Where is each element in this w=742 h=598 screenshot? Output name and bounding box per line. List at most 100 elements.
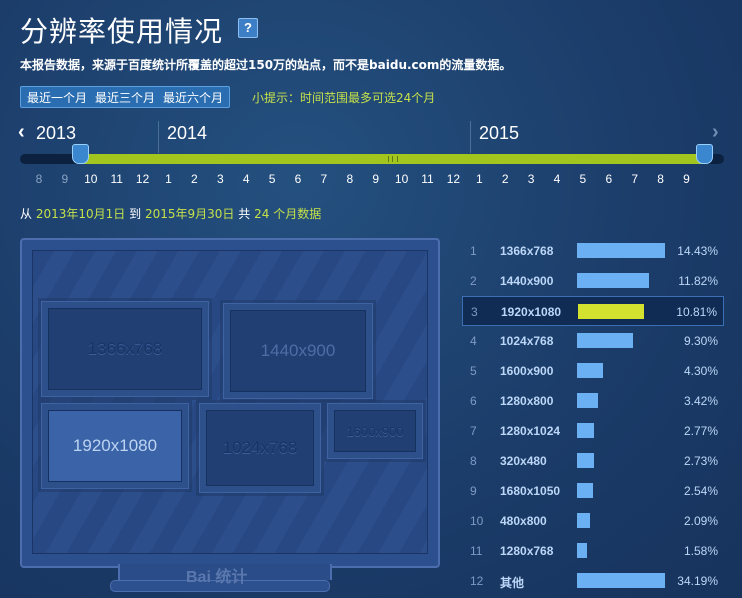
resolution-box-1366x768[interactable]: 1366x768 xyxy=(41,301,209,397)
month-tick[interactable]: 4 xyxy=(236,172,256,186)
month-tick[interactable]: 9 xyxy=(366,172,386,186)
ranking-row[interactable]: 9 1680x1050 2.54% xyxy=(462,476,724,506)
month-tick[interactable]: 1 xyxy=(469,172,489,186)
ranking-row[interactable]: 4 1024x768 9.30% xyxy=(462,326,724,356)
resolution-label: 1440x900 xyxy=(500,274,554,288)
share-percent: 2.09% xyxy=(683,514,718,528)
end-date: 2015年9月30日 xyxy=(144,207,235,221)
resolution-ranking-list: 1 1366x768 14.43% 2 1440x900 11.82% 3 1920x1080… xyxy=(462,236,724,596)
timeline-next-arrow-icon[interactable]: › xyxy=(712,121,719,144)
month-tick[interactable]: 8 xyxy=(29,172,49,186)
share-bar xyxy=(577,363,603,378)
month-tick[interactable]: 1 xyxy=(159,172,179,186)
range-grip-icon[interactable] xyxy=(388,156,398,162)
ranking-row[interactable]: 10 480x800 2.09% xyxy=(462,506,724,536)
year-divider xyxy=(470,121,471,153)
rank-number: 8 xyxy=(470,454,477,468)
rank-number: 6 xyxy=(470,394,477,408)
resolution-box-label: 1440x900 xyxy=(230,310,366,392)
month-tick[interactable]: 11 xyxy=(418,172,438,186)
month-tick[interactable]: 5 xyxy=(573,172,593,186)
resolution-box-label: 1920x1080 xyxy=(48,410,182,482)
ranking-row[interactable]: 8 320x480 2.73% xyxy=(462,446,724,476)
month-tick[interactable]: 8 xyxy=(340,172,360,186)
share-bar xyxy=(577,243,665,258)
last-three-months-button[interactable]: 最近三个月 xyxy=(95,89,155,106)
month-unit: 个月数据 xyxy=(273,207,322,221)
timeline-start-handle[interactable] xyxy=(72,144,89,164)
year-divider xyxy=(158,121,159,153)
ranking-row[interactable]: 6 1280x800 3.42% xyxy=(462,386,724,416)
month-tick[interactable]: 12 xyxy=(443,172,463,186)
resolution-box-1920x1080[interactable]: 1920x1080 xyxy=(41,403,189,489)
rank-number: 1 xyxy=(470,244,477,258)
report-description: 本报告数据，来源于百度统计所覆盖的超过150万的站点，而不是baidu.com的… xyxy=(20,58,512,72)
year-label-2013: 2013 xyxy=(36,123,77,143)
page-title: 分辨率使用情况 xyxy=(20,15,224,48)
help-icon[interactable]: ? xyxy=(238,18,258,38)
ranking-row[interactable]: 5 1600x900 4.30% xyxy=(462,356,724,386)
range-button-group: 最近一个月 最近三个月 最近六个月 xyxy=(20,86,231,108)
year-label-2015: 2015 xyxy=(479,123,520,143)
month-tick[interactable]: 2 xyxy=(184,172,204,186)
month-tick[interactable]: 9 xyxy=(677,172,697,186)
share-percent: 11.82% xyxy=(678,274,718,288)
month-tick[interactable]: 12 xyxy=(133,172,153,186)
month-tick[interactable]: 6 xyxy=(288,172,308,186)
ranking-row[interactable]: 3 1920x1080 10.81% xyxy=(462,296,724,326)
month-tick[interactable]: 3 xyxy=(210,172,230,186)
month-tick[interactable]: 10 xyxy=(81,172,101,186)
rank-number: 10 xyxy=(470,514,484,528)
timeline-prev-arrow-icon[interactable]: ‹ xyxy=(18,121,25,144)
share-bar xyxy=(577,453,594,468)
month-count: 24 xyxy=(254,207,270,221)
month-tick[interactable]: 2 xyxy=(495,172,515,186)
month-tick[interactable]: 4 xyxy=(547,172,567,186)
start-date: 2013年10月1日 xyxy=(35,207,126,221)
share-percent: 4.30% xyxy=(683,364,718,378)
range-tip: 小提示：时间范围最多可选24个月 xyxy=(252,91,436,105)
month-tick[interactable]: 10 xyxy=(392,172,412,186)
ranking-row[interactable]: 11 1280x768 1.58% xyxy=(462,536,724,566)
resolution-box-label: 1024x768 xyxy=(206,410,314,486)
share-percent: 3.42% xyxy=(683,394,718,408)
last-month-button[interactable]: 最近一个月 xyxy=(27,89,87,106)
share-bar xyxy=(577,273,649,288)
ranking-row[interactable]: 2 1440x900 11.82% xyxy=(462,266,724,296)
month-tick[interactable]: 6 xyxy=(599,172,619,186)
ranking-row[interactable]: 1 1366x768 14.43% xyxy=(462,236,724,266)
month-tick[interactable]: 8 xyxy=(651,172,671,186)
ranking-row[interactable]: 12 其他 34.19% xyxy=(462,566,724,596)
monitor-screen: 1366x768 1440x900 1920x1080 1024x768 160… xyxy=(32,250,428,554)
month-ticks: 8 9 10 11 12 1 2 3 4 5 6 7 8 9 10 11 12 1 2 3 4 5 6 7 8 9 xyxy=(0,172,742,188)
resolution-box-1024x768[interactable]: 1024x768 xyxy=(199,403,321,493)
ranking-row[interactable]: 7 1280x1024 2.77% xyxy=(462,416,724,446)
rank-number: 12 xyxy=(470,574,484,588)
share-bar xyxy=(578,304,644,319)
month-tick[interactable]: 3 xyxy=(521,172,541,186)
share-bar xyxy=(577,423,594,438)
share-bar xyxy=(577,543,587,558)
resolution-label: 1920x1080 xyxy=(501,305,562,319)
rank-number: 7 xyxy=(470,424,477,438)
month-tick[interactable]: 5 xyxy=(262,172,282,186)
share-bar xyxy=(577,513,590,528)
last-six-months-button[interactable]: 最近六个月 xyxy=(163,89,223,106)
share-percent: 2.54% xyxy=(683,484,718,498)
resolution-box-1440x900[interactable]: 1440x900 xyxy=(223,303,373,399)
baidu-tongji-logo: Bai 统计 xyxy=(186,569,248,586)
month-tick[interactable]: 9 xyxy=(55,172,75,186)
year-label-2014: 2014 xyxy=(167,123,208,143)
resolution-label: 1600x900 xyxy=(500,364,554,378)
monitor-illustration: 1366x768 1440x900 1920x1080 1024x768 160… xyxy=(20,238,440,568)
share-percent: 14.43% xyxy=(677,244,718,258)
month-tick[interactable]: 7 xyxy=(625,172,645,186)
resolution-label: 1280x768 xyxy=(500,544,554,558)
resolution-box-1600x900[interactable]: 1600x900 xyxy=(327,403,423,459)
share-percent: 1.58% xyxy=(683,544,718,558)
month-tick[interactable]: 11 xyxy=(107,172,127,186)
to-label: 到 xyxy=(129,207,142,221)
share-percent: 2.73% xyxy=(683,454,718,468)
timeline-end-handle[interactable] xyxy=(696,144,713,164)
month-tick[interactable]: 7 xyxy=(314,172,334,186)
